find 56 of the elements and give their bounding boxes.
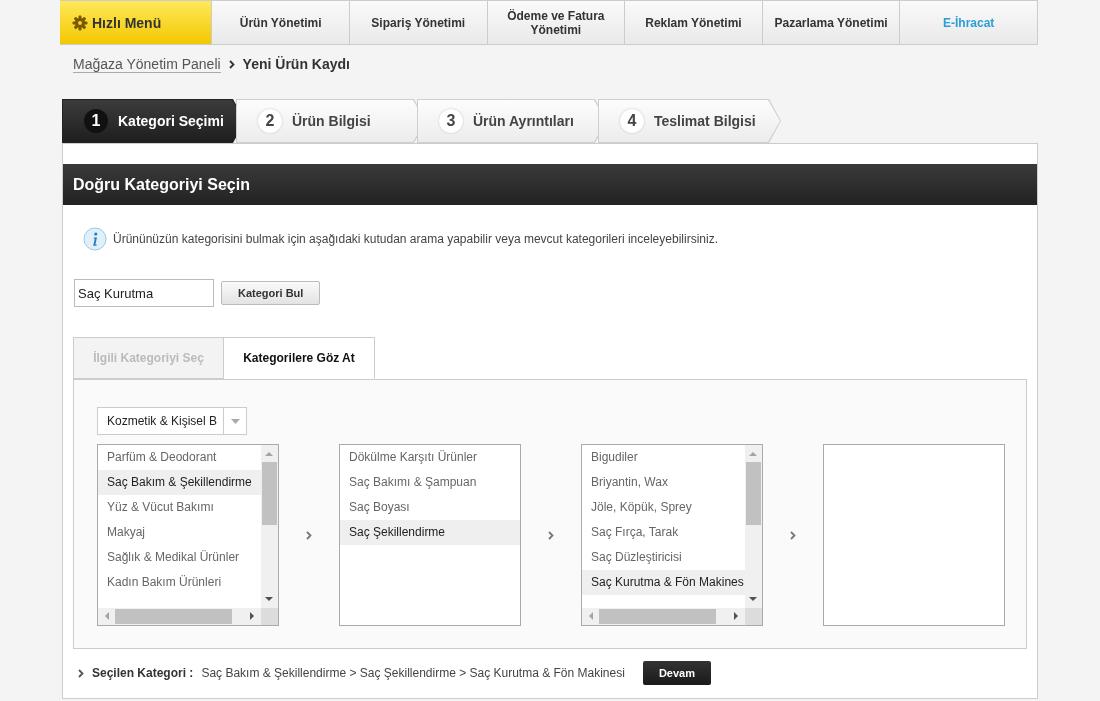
nav-tab[interactable]: Pazarlama Yönetimi (762, 0, 901, 45)
nav-tab[interactable]: Reklam Yönetimi (625, 0, 763, 45)
vertical-scrollbar[interactable] (261, 445, 278, 608)
selected-category-label: Seçilen Kategori : (92, 666, 194, 680)
info-icon (83, 227, 107, 251)
category-option[interactable]: Saç Düzleştiricisi (582, 545, 745, 570)
step-label: Ürün Ayrıntıları (473, 113, 574, 129)
category-dropdown[interactable]: Kozmetik & Kişisel B (97, 407, 248, 435)
chevron-right-icon (78, 668, 84, 678)
step-number: 3 (439, 109, 463, 133)
nav-tab[interactable]: Sipariş Yönetimi (349, 0, 488, 45)
gear-icon (72, 14, 88, 31)
caret-down-icon (230, 418, 240, 424)
chevron-right-icon (306, 530, 312, 540)
category-option[interactable]: Jöle, Köpük, Sprey (582, 495, 745, 520)
step-label: Ürün Bilgisi (292, 113, 371, 129)
info-text: Ürününüzün kategorisini bulmak için aşağıdaki kutudan arama yapabilir veya mevcut kategorileri inceleyebilirsiniz. (113, 232, 718, 246)
vertical-scrollbar[interactable] (745, 445, 762, 608)
category-option[interactable]: Yüz & Vücut Bakımı (98, 495, 261, 520)
chevron-right-icon (548, 530, 554, 540)
step-number: 2 (258, 109, 282, 133)
scrollbar-corner (261, 608, 278, 625)
continue-button[interactable]: Devam (642, 661, 711, 685)
selected-category-path: Saç Bakım & Şekillendirme > Saç Şekillendirme > Saç Kurutma & Fön Makinesi (201, 666, 625, 680)
category-option[interactable]: Kadın Bakım Ürünleri (98, 570, 261, 595)
quick-menu-label: Hızlı Menü (92, 15, 162, 30)
category-option[interactable]: Saç Boyası (340, 495, 520, 520)
category-option[interactable]: Dökülme Karşıtı Ürünler (340, 445, 520, 470)
category-option[interactable]: Saç Bakım & Şekillendirme (98, 470, 261, 495)
horizontal-scrollbar[interactable] (582, 608, 745, 625)
step-number: 4 (620, 109, 644, 133)
category-option[interactable]: Sağlık & Medikal Ürünler (98, 545, 261, 570)
category-option[interactable]: Parfüm & Deodorant (98, 445, 261, 470)
category-option[interactable]: Saç Bakımı & Şampuan (340, 470, 520, 495)
category-option[interactable]: Saç Kurutma & Fön Makines (582, 570, 745, 595)
search-field[interactable]: Saç Kurutma (74, 279, 214, 307)
category-option[interactable]: Makyaj (98, 520, 261, 545)
breadcrumb-link[interactable]: Mağaza Yönetim Paneli (73, 55, 221, 73)
category-option[interactable]: Briyantin, Wax (582, 470, 745, 495)
step-label: Teslimat Bilgisi (654, 113, 756, 129)
category-option[interactable]: Saç Şekillendirme (340, 520, 520, 545)
nav-tab[interactable]: Ödeme ve Fatura Yönetimi (487, 0, 626, 45)
step-label: Kategori Seçimi (118, 113, 224, 129)
find-category-button[interactable]: Kategori Bul (221, 281, 321, 305)
chevron-right-icon (790, 530, 796, 540)
category-option[interactable]: Saç Fırça, Tarak (582, 520, 745, 545)
chevron-right-icon (228, 59, 235, 69)
category-option[interactable]: Bigudiler (582, 445, 745, 470)
quick-menu-button[interactable]: Hızlı Menü (60, 0, 213, 45)
panel-title: Doğru Kategoriyi Seçin (63, 164, 1037, 205)
horizontal-scrollbar[interactable] (98, 608, 261, 625)
step-number: 1 (84, 109, 108, 133)
breadcrumb-current: Yeni Ürün Kaydı (242, 56, 350, 72)
scrollbar-corner (745, 608, 762, 625)
tab[interactable]: Kategorilere Göz At (224, 337, 375, 379)
nav-tab[interactable]: Ürün Yönetimi (212, 0, 350, 45)
